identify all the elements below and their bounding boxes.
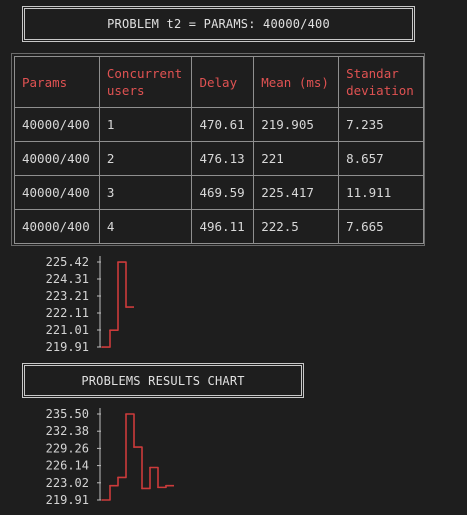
header-text: Mean (ms) bbox=[261, 74, 329, 90]
data-point bbox=[149, 466, 151, 469]
header-text: Standar bbox=[346, 66, 399, 81]
y-tick-label: 226.14 bbox=[46, 459, 89, 473]
problem-title: PROBLEM t2 = PARAMS: 40000/400 bbox=[107, 17, 330, 31]
cell-concurrent-users: 3 bbox=[98, 175, 193, 210]
header-text: Params bbox=[22, 74, 68, 90]
data-point bbox=[133, 446, 135, 448]
chart-mean-per-users: 225.42 224.31 223.21 222.11 221.01 219.91 bbox=[46, 255, 134, 354]
table-row: 40000/400 3 469.59 225.417 11.911 bbox=[14, 175, 424, 210]
y-tick-label: 221.01 bbox=[46, 323, 89, 337]
cell-concurrent-users: 2 bbox=[98, 141, 193, 176]
cell-std-deviation: 7.235 bbox=[338, 107, 424, 142]
y-tick-label: 219.91 bbox=[46, 340, 89, 354]
cell-mean: 221 bbox=[253, 141, 340, 176]
cell-concurrent-users: 1 bbox=[98, 107, 193, 142]
y-tick-label: 222.11 bbox=[46, 306, 89, 320]
data-point bbox=[109, 484, 111, 487]
cell-std-deviation: 7.665 bbox=[338, 209, 424, 244]
table-header-row: Params Concurrent users Delay Mean (ms) S… bbox=[14, 56, 424, 108]
cell-mean: 225.417 bbox=[253, 175, 340, 210]
data-point bbox=[101, 346, 103, 348]
header-std-deviation: Standar deviation bbox=[338, 56, 424, 108]
results-chart-banner: PROBLEMS RESULTS CHART bbox=[22, 363, 304, 398]
cell-delay: 476.13 bbox=[191, 141, 255, 176]
header-mean: Mean (ms) bbox=[253, 56, 340, 108]
y-tick-label: 235.50 bbox=[46, 407, 89, 421]
y-tick-label: 225.42 bbox=[46, 255, 89, 269]
data-point bbox=[125, 413, 127, 415]
cell-std-deviation: 8.657 bbox=[338, 141, 424, 176]
y-tick-label: 223.02 bbox=[46, 476, 89, 490]
data-point bbox=[125, 306, 127, 308]
data-point bbox=[101, 499, 103, 501]
header-text: Delay bbox=[199, 74, 238, 90]
cell-params: 40000/400 bbox=[14, 141, 100, 176]
y-tick-label: 223.21 bbox=[46, 289, 89, 303]
y-tick-label: 219.91 bbox=[46, 493, 89, 507]
data-point bbox=[165, 484, 167, 487]
data-point bbox=[117, 261, 119, 263]
chart-problems-results: 235.50 232.38 229.26 226.14 223.02 219.91 bbox=[46, 407, 174, 507]
results-table: Params Concurrent users Delay Mean (ms) S… bbox=[14, 56, 424, 244]
data-point bbox=[109, 329, 111, 331]
cell-delay: 469.59 bbox=[191, 175, 255, 210]
data-point bbox=[117, 476, 119, 479]
table-row: 40000/400 1 470.61 219.905 7.235 bbox=[14, 107, 424, 142]
header-text: deviation bbox=[346, 83, 414, 98]
cell-params: 40000/400 bbox=[14, 107, 100, 142]
cell-mean: 222.5 bbox=[253, 209, 340, 244]
table-body: 40000/400 1 470.61 219.905 7.235 40000/400 2 47… bbox=[14, 107, 424, 244]
data-point bbox=[157, 486, 159, 489]
header-text: Concurrent bbox=[106, 66, 183, 81]
cell-params: 40000/400 bbox=[14, 209, 100, 244]
header-params: Params bbox=[14, 56, 100, 108]
header-delay: Delay bbox=[191, 56, 255, 108]
cell-delay: 470.61 bbox=[191, 107, 255, 142]
table-row: 40000/400 4 496.11 222.5 7.665 bbox=[14, 209, 424, 244]
cell-mean: 219.905 bbox=[253, 107, 340, 142]
cell-delay: 496.11 bbox=[191, 209, 255, 244]
header-text: users bbox=[106, 83, 145, 98]
series-line bbox=[102, 413, 174, 501]
header-concurrent-users: Concurrent users bbox=[98, 56, 193, 108]
table-row: 40000/400 2 476.13 221 8.657 bbox=[14, 141, 424, 176]
cell-std-deviation: 11.911 bbox=[338, 175, 424, 210]
y-tick-label: 224.31 bbox=[46, 272, 89, 286]
series-line bbox=[102, 261, 134, 348]
results-chart-title: PROBLEMS RESULTS CHART bbox=[81, 373, 245, 388]
y-tick-label: 232.38 bbox=[46, 424, 89, 438]
data-point bbox=[141, 487, 143, 490]
y-tick-label: 229.26 bbox=[46, 441, 89, 455]
cell-concurrent-users: 4 bbox=[98, 209, 193, 244]
problem-title-banner: PROBLEM t2 = PARAMS: 40000/400 bbox=[22, 6, 415, 42]
cell-params: 40000/400 bbox=[14, 175, 100, 210]
